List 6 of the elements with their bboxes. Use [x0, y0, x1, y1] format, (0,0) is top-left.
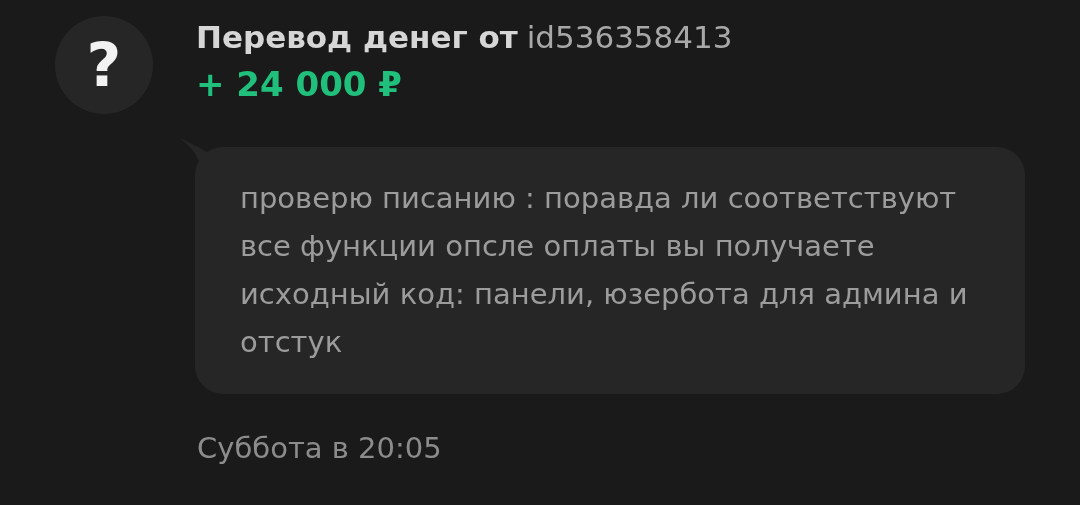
- transfer-title: Перевод денег от: [196, 18, 518, 57]
- message-text: проверю писанию : поравда ли соответствуют все функции опсле оплаты вы получаете исходный код: панели, юзербота для админа и отстук: [240, 180, 969, 361]
- message-date: Суббота в 20:05: [197, 431, 443, 465]
- sender-id: id536358413: [526, 18, 733, 57]
- amount: + 24 000 ₽: [196, 63, 403, 106]
- avatar: ?: [55, 16, 153, 114]
